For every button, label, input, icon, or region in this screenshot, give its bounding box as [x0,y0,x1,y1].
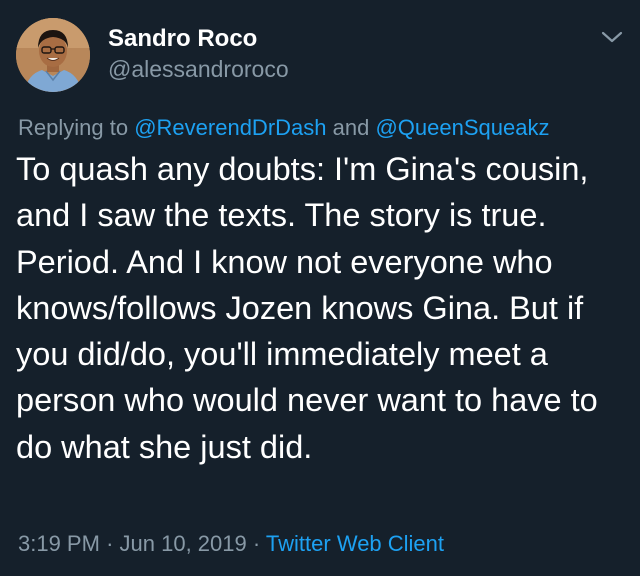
replying-to-conjunction: and [332,115,370,140]
author-handle[interactable]: @alessandroroco [108,54,289,84]
tweet-time[interactable]: 3:19 PM [18,531,100,556]
tweet-source-link[interactable]: Twitter Web Client [266,531,444,556]
tweet-meta: 3:19 PM · Jun 10, 2019 · Twitter Web Cli… [18,528,444,560]
tweet-card: Sandro Roco @alessandroroco Replying to … [0,0,640,576]
replying-to-line: Replying to @ReverendDrDash and @QueenSq… [18,113,549,143]
tweet-text: To quash any doubts: I'm Gina's cousin, … [16,151,598,465]
mention-link[interactable]: @ReverendDrDash [134,115,326,140]
chevron-down-icon[interactable] [600,28,624,46]
meta-separator: · [106,531,114,556]
mention-link[interactable]: @QueenSqueakz [375,115,549,140]
author-display-name[interactable]: Sandro Roco [108,24,257,54]
meta-separator: · [252,531,261,556]
tweet-date[interactable]: Jun 10, 2019 [120,531,247,556]
avatar[interactable] [16,18,90,92]
replying-to-label: Replying to [18,115,129,140]
